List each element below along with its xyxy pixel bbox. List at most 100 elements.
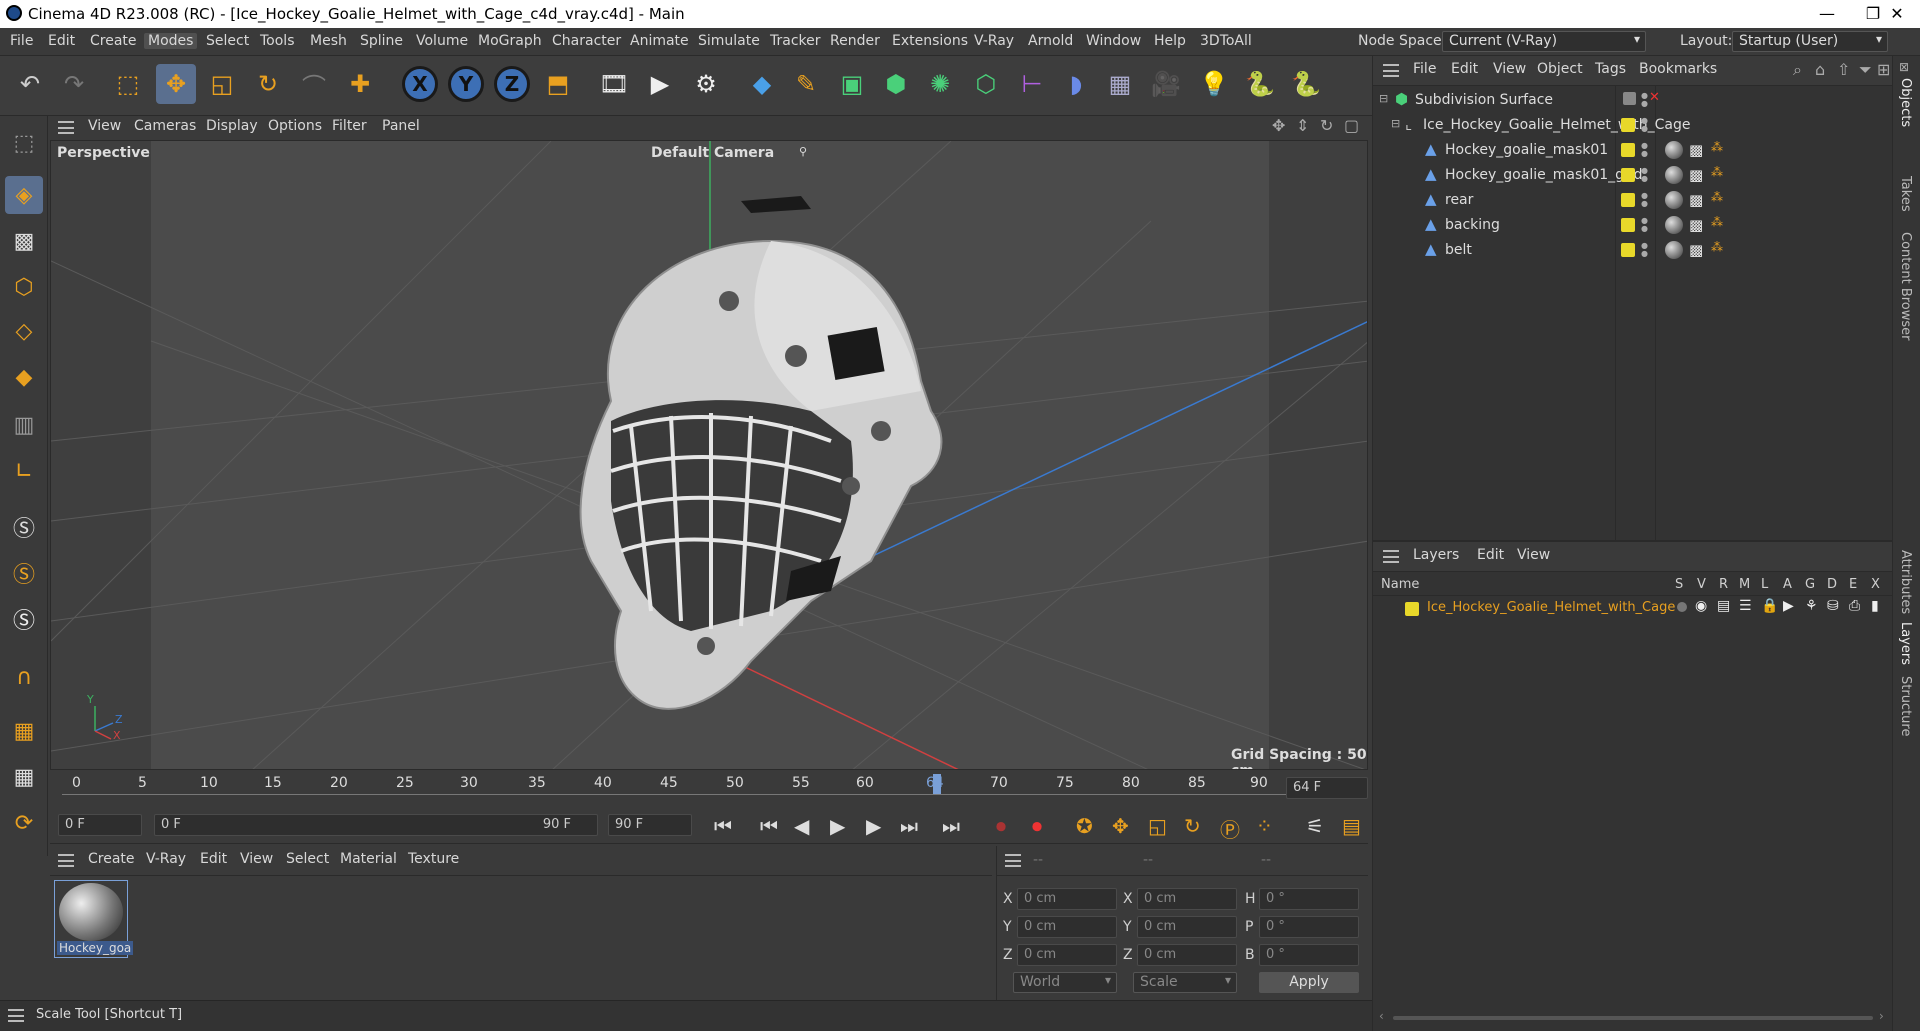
layer-menu-layers[interactable]: Layers: [1413, 547, 1459, 563]
tab-structure[interactable]: Structure: [1898, 676, 1913, 736]
close-button[interactable]: ✕: [1874, 2, 1920, 26]
tree-row-mask01-grid[interactable]: ▲ Hockey_goalie_mask01_grid ● ● ▩ ⁂: [1373, 163, 1892, 188]
coord-system-dropdown[interactable]: World ▾: [1013, 972, 1117, 993]
menu-tracker[interactable]: Tracker: [770, 33, 821, 49]
tree-row-mask01[interactable]: ▲ Hockey_goalie_mask01 ● ● ▩ ⁂: [1373, 138, 1892, 163]
transform-icon[interactable]: ✚: [340, 64, 380, 104]
coordinate-system-icon[interactable]: ⬒: [538, 64, 578, 104]
extrude-icon[interactable]: ⬢: [876, 64, 916, 104]
apply-button[interactable]: Apply: [1259, 972, 1359, 993]
pos-x-field[interactable]: 0 cm: [1017, 888, 1117, 910]
phong-tag-icon[interactable]: ⁂: [1711, 240, 1723, 254]
mat-menu-create[interactable]: Create: [88, 851, 135, 867]
layer-row[interactable]: Ice_Hockey_Goalie_Helmet_with_Cage ◉ ▤ ☰…: [1373, 598, 1893, 620]
menu-character[interactable]: Character: [552, 33, 621, 49]
render-picture-viewer-icon[interactable]: ▶: [640, 64, 680, 104]
menu-create[interactable]: Create: [90, 33, 137, 49]
menu-arnold[interactable]: Arnold: [1028, 33, 1073, 49]
obj-menu-tags[interactable]: Tags: [1595, 61, 1626, 77]
material-swatch[interactable]: Hockey_goa: [54, 880, 134, 958]
deformers-icon[interactable]: ⛁: [1827, 598, 1839, 614]
uvw-tag-icon[interactable]: ▩: [1689, 141, 1703, 159]
record-icon[interactable]: ⏺: [996, 814, 1006, 838]
menu-volume[interactable]: Volume: [416, 33, 468, 49]
tree-row-backing[interactable]: ▲ backing ● ● ▩ ⁂: [1373, 213, 1892, 238]
deformer-icon[interactable]: ⊢: [1012, 64, 1052, 104]
volume-icon[interactable]: ⬡: [966, 64, 1006, 104]
vp-menu-cameras[interactable]: Cameras: [134, 118, 196, 134]
mat-menu-material[interactable]: Material: [340, 851, 397, 867]
tab-takes[interactable]: Takes: [1898, 176, 1913, 212]
material-tag-icon[interactable]: [1665, 141, 1683, 159]
scale-tool-icon[interactable]: ◱: [202, 64, 242, 104]
grid-icon[interactable]: ▦: [5, 712, 43, 750]
node-space-dropdown[interactable]: Current (V-Ray) ▾: [1442, 31, 1646, 52]
mat-menu-edit[interactable]: Edit: [200, 851, 227, 867]
uvw-tag-icon[interactable]: ▩: [1689, 166, 1703, 184]
visibility-dots-icon[interactable]: ● ●: [1641, 192, 1648, 208]
menu-mograph[interactable]: MoGraph: [478, 33, 542, 49]
generators-icon[interactable]: ⚘: [1805, 598, 1818, 614]
visibility-dots-icon[interactable]: ● ●: [1641, 142, 1648, 158]
pan-view-icon[interactable]: ✥: [1272, 116, 1285, 135]
autokey-icon[interactable]: ⏺: [1032, 814, 1042, 838]
key-pla-icon[interactable]: ⁘: [1256, 814, 1273, 838]
phong-tag-icon[interactable]: ⁂: [1711, 215, 1723, 229]
z-axis-lock-icon[interactable]: Z: [494, 66, 530, 102]
layer-menu-edit[interactable]: Edit: [1477, 547, 1504, 563]
tree-row-helmet[interactable]: ⊟ ⌞ Ice_Hockey_Goalie_Helmet_with_Cage ●…: [1373, 113, 1892, 138]
camera-icon[interactable]: 🎥: [1146, 64, 1186, 104]
layer-tag[interactable]: [1621, 143, 1635, 157]
check-icon[interactable]: [1623, 92, 1636, 105]
phong-tag-icon[interactable]: ⁂: [1711, 165, 1723, 179]
animation-icon[interactable]: ▶: [1783, 598, 1794, 614]
timeline-ruler[interactable]: 0 5 10 15 20 25 30 35 40 45 50 55 60 64 …: [50, 770, 1368, 806]
eye-icon[interactable]: ◉: [1695, 598, 1707, 614]
expand-icon[interactable]: ⊟: [1391, 117, 1400, 130]
hamburger-icon[interactable]: [1383, 550, 1399, 563]
side-close-icon[interactable]: ⊠: [1899, 60, 1909, 74]
hamburger-icon[interactable]: [8, 1009, 24, 1022]
hamburger-icon[interactable]: [1005, 854, 1021, 867]
menu-tools[interactable]: Tools: [260, 33, 295, 49]
next-frame-icon[interactable]: ▶: [866, 814, 881, 838]
move-tool-icon[interactable]: ✥: [156, 64, 196, 104]
next-key-icon[interactable]: ⏭: [900, 814, 918, 838]
goto-start-icon[interactable]: ⏮: [714, 814, 732, 838]
keyframe-selection-icon[interactable]: ✪: [1076, 814, 1093, 838]
phong-tag-icon[interactable]: ⁂: [1711, 140, 1723, 154]
size-x-field[interactable]: 0 cm: [1137, 888, 1237, 910]
render-icon[interactable]: ▤: [1717, 598, 1730, 614]
workplane-icon[interactable]: ∟: [5, 452, 43, 490]
visibility-dots-icon[interactable]: ● ●: [1641, 117, 1648, 133]
x-axis-lock-icon[interactable]: X: [402, 66, 438, 102]
mat-menu-select[interactable]: Select: [286, 851, 329, 867]
model-mode-icon[interactable]: ◈: [5, 176, 43, 214]
menu-extensions[interactable]: Extensions: [892, 33, 968, 49]
menu-modes[interactable]: Modes: [144, 33, 198, 49]
tab-attributes[interactable]: Attributes: [1898, 550, 1913, 614]
magnet-icon[interactable]: ∩: [5, 658, 43, 696]
obj-menu-file[interactable]: File: [1413, 61, 1436, 77]
obj-menu-object[interactable]: Object: [1537, 61, 1583, 77]
disabled-x-icon[interactable]: ✕: [1649, 90, 1660, 105]
visibility-dots-icon[interactable]: ● ●: [1641, 92, 1648, 108]
rotate-tool-icon[interactable]: ↻: [248, 64, 288, 104]
material-tag-icon[interactable]: [1665, 191, 1683, 209]
pos-y-field[interactable]: 0 cm: [1017, 916, 1117, 938]
pen-icon[interactable]: ✎: [786, 64, 826, 104]
vp-menu-options[interactable]: Options: [268, 118, 322, 134]
solo-dot-icon[interactable]: [1677, 602, 1687, 612]
y-axis-lock-icon[interactable]: Y: [448, 66, 484, 102]
size-y-field[interactable]: 0 cm: [1137, 916, 1237, 938]
visibility-dots-icon[interactable]: ● ●: [1641, 242, 1648, 258]
phong-tag-icon[interactable]: ⁂: [1711, 190, 1723, 204]
new-window-icon[interactable]: ⊞: [1877, 60, 1890, 79]
material-tag-icon[interactable]: [1665, 241, 1683, 259]
goto-end-icon[interactable]: ⏭: [942, 814, 960, 838]
rot-p-field[interactable]: 0 °: [1259, 916, 1359, 938]
rot-b-field[interactable]: 0 °: [1259, 944, 1359, 966]
key-position-icon[interactable]: ✥: [1112, 814, 1129, 838]
size-mode-dropdown[interactable]: Scale ▾: [1133, 972, 1237, 993]
points-mode-icon[interactable]: ⬡: [5, 268, 43, 306]
